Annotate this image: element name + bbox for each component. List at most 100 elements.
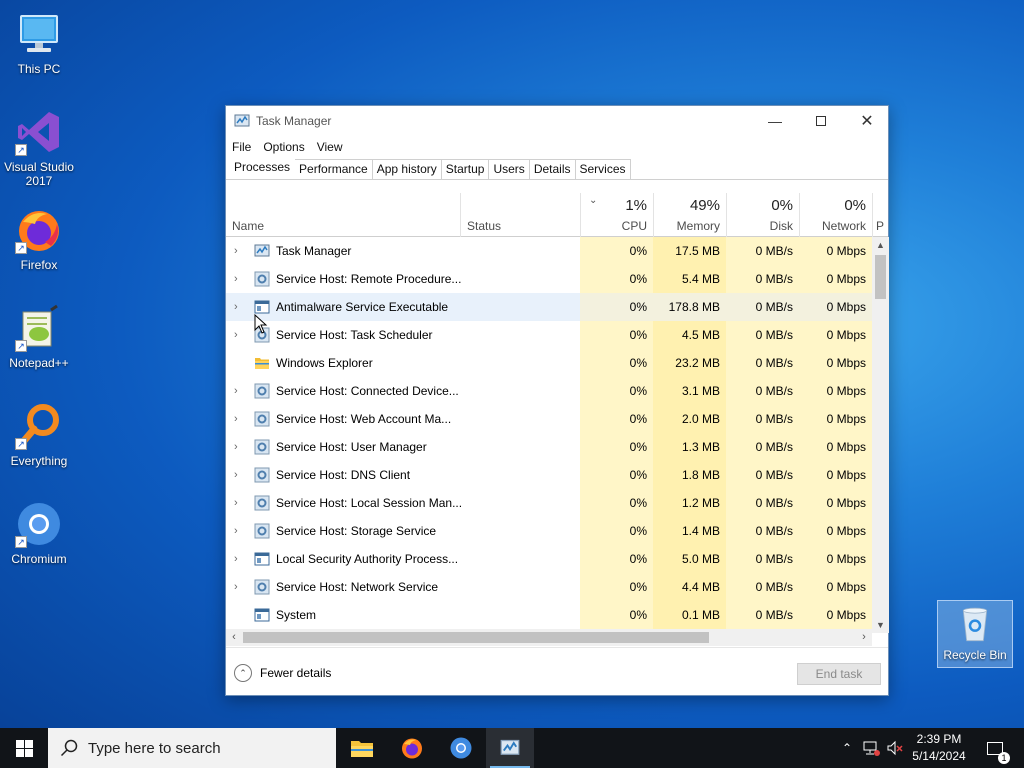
scroll-down-arrow-icon[interactable]: ▼ [872, 617, 889, 633]
tab-details[interactable]: Details [528, 159, 576, 179]
close-button[interactable]: ✕ [844, 106, 890, 136]
process-row[interactable]: › Service Host: Connected Device... 0% 3.1 … [226, 377, 872, 405]
recycle-bin-icon [955, 604, 995, 644]
process-name: Service Host: Network Service [276, 580, 439, 594]
process-memory: 1.2 MB [653, 489, 726, 517]
menu-file[interactable]: File [232, 140, 251, 154]
process-row[interactable]: › Antimalware Service Executable 0% 178.8 M… [226, 293, 872, 321]
network-disconnected-icon [863, 741, 880, 756]
process-row[interactable]: › Service Host: Task Scheduler 0% 4.5 MB 0 M… [226, 321, 872, 349]
expand-chevron-icon[interactable]: › [234, 237, 244, 265]
taskbar-clock[interactable]: 2:39 PM 5/14/2024 [906, 731, 972, 765]
process-network: 0 Mbps [799, 601, 872, 629]
desktop-icon-everything[interactable]: ↗ Everything [0, 402, 78, 468]
desktop-icon-notepadpp[interactable]: ↗ Notepad++ [0, 304, 78, 370]
desktop-icon-firefox[interactable]: ↗ Firefox [0, 206, 78, 272]
expand-chevron-icon[interactable]: › [234, 489, 244, 517]
process-row[interactable]: Windows Explorer 0% 23.2 MB 0 MB/s 0 Mbps [226, 349, 872, 377]
window-title: Task Manager [256, 114, 332, 128]
desktop-icon-this-pc[interactable]: This PC [0, 10, 78, 76]
desktop-icon-visual-studio[interactable]: ↗ Visual Studio 2017 [0, 108, 78, 188]
end-task-button[interactable]: End task [797, 663, 881, 685]
tab-performance[interactable]: Performance [294, 159, 373, 179]
search-icon [60, 739, 78, 757]
vertical-scrollbar[interactable]: ▲ ▼ [872, 237, 889, 633]
expand-chevron-icon[interactable]: › [234, 433, 244, 461]
expand-chevron-icon[interactable]: › [234, 573, 244, 601]
fewer-details-button[interactable]: ⌃ Fewer details [234, 664, 331, 682]
expand-chevron-icon[interactable]: › [234, 377, 244, 405]
tab-processes[interactable]: Processes [229, 157, 296, 179]
column-header-cpu[interactable]: ⌄ 1% CPU [580, 193, 653, 237]
tab-startup[interactable]: Startup [440, 159, 490, 179]
scroll-right-arrow-icon[interactable]: › [856, 629, 872, 646]
notepadpp-icon: ↗ [15, 304, 63, 352]
column-header-network[interactable]: 0% Network [799, 193, 872, 237]
scroll-left-arrow-icon[interactable]: ‹ [226, 629, 242, 646]
vertical-scroll-thumb[interactable] [875, 255, 886, 299]
fewer-details-label: Fewer details [260, 666, 332, 680]
desktop-icon-chromium[interactable]: ↗ Chromium [0, 500, 78, 566]
tab-app-history[interactable]: App history [371, 159, 442, 179]
column-header-memory[interactable]: 49% Memory [653, 193, 726, 237]
process-row[interactable]: › Service Host: Web Account Ma... 0% 2.0 MB… [226, 405, 872, 433]
window-icon [254, 551, 270, 567]
expand-chevron-icon[interactable]: › [234, 293, 244, 321]
expand-chevron-icon[interactable]: › [234, 405, 244, 433]
process-row[interactable]: › Service Host: DNS Client 0% 1.8 MB 0 MB/s 0… [226, 461, 872, 489]
tab-users[interactable]: Users [488, 159, 530, 179]
taskbar-search-box[interactable]: Type here to search [48, 728, 336, 768]
scroll-up-arrow-icon[interactable]: ▲ [872, 237, 889, 253]
process-status [460, 405, 580, 433]
expand-chevron-icon[interactable]: › [234, 545, 244, 573]
process-row[interactable]: System 0% 0.1 MB 0 MB/s 0 Mbps [226, 601, 872, 629]
process-name: Service Host: Local Session Man... [276, 496, 463, 510]
show-hidden-icons-button[interactable]: ⌃ [838, 728, 856, 768]
firefox-icon [402, 738, 422, 759]
horizontal-scroll-thumb[interactable] [243, 632, 709, 643]
desktop-icon-recycle-bin[interactable]: Recycle Bin [937, 600, 1013, 668]
process-row[interactable]: › Service Host: Remote Procedure... 0% 5.4 … [226, 265, 872, 293]
visual-studio-icon: ↗ [15, 108, 63, 156]
action-center-button[interactable]: 1 [978, 728, 1012, 768]
menu-options[interactable]: Options [263, 140, 304, 154]
chevron-up-circle-icon: ⌃ [234, 664, 252, 682]
column-header-name[interactable]: Name [226, 193, 460, 237]
process-row[interactable]: › Service Host: Network Service 0% 4.4 MB 0 … [226, 573, 872, 601]
expand-chevron-icon[interactable]: › [234, 321, 244, 349]
menu-view[interactable]: View [317, 140, 343, 154]
maximize-icon [816, 116, 826, 126]
maximize-button[interactable] [798, 106, 844, 136]
taskbar-firefox[interactable] [388, 728, 436, 768]
process-row[interactable]: › Service Host: Local Session Man... 0% 1.2… [226, 489, 872, 517]
process-row[interactable]: › Local Security Authority Process... 0% 5.… [226, 545, 872, 573]
disk-total-percent: 0% [771, 197, 793, 214]
column-header-power-partial[interactable]: P [872, 193, 888, 237]
taskbar-task-manager[interactable] [486, 728, 534, 768]
volume-button[interactable] [884, 728, 906, 768]
column-header-status[interactable]: Status [460, 193, 580, 237]
process-disk: 0 MB/s [726, 405, 799, 433]
expand-chevron-icon[interactable]: › [234, 265, 244, 293]
taskbar-chromium[interactable] [437, 728, 485, 768]
process-name: System [276, 608, 317, 622]
column-header-disk[interactable]: 0% Disk [726, 193, 799, 237]
network-status-button[interactable] [860, 728, 882, 768]
desktop-icon-label: This PC [17, 62, 61, 76]
taskbar-file-explorer[interactable] [338, 728, 386, 768]
start-button[interactable] [0, 728, 48, 768]
title-bar[interactable]: Task Manager — ✕ [226, 106, 888, 136]
process-row[interactable]: › Service Host: Storage Service 0% 1.4 MB 0 … [226, 517, 872, 545]
process-memory: 2.0 MB [653, 405, 726, 433]
process-row[interactable]: › Service Host: User Manager 0% 1.3 MB 0 MB/… [226, 433, 872, 461]
tab-services[interactable]: Services [574, 159, 631, 179]
cpu-label: CPU [621, 219, 647, 233]
process-network: 0 Mbps [799, 237, 872, 265]
minimize-button[interactable]: — [752, 106, 798, 136]
process-name: Local Security Authority Process... [276, 552, 459, 566]
process-row[interactable]: › Task Manager 0% 17.5 MB 0 MB/s 0 Mbps [226, 237, 872, 265]
taskmgr-icon [254, 243, 270, 259]
expand-chevron-icon[interactable]: › [234, 461, 244, 489]
horizontal-scrollbar[interactable]: ‹ › [226, 629, 872, 646]
expand-chevron-icon[interactable]: › [234, 517, 244, 545]
